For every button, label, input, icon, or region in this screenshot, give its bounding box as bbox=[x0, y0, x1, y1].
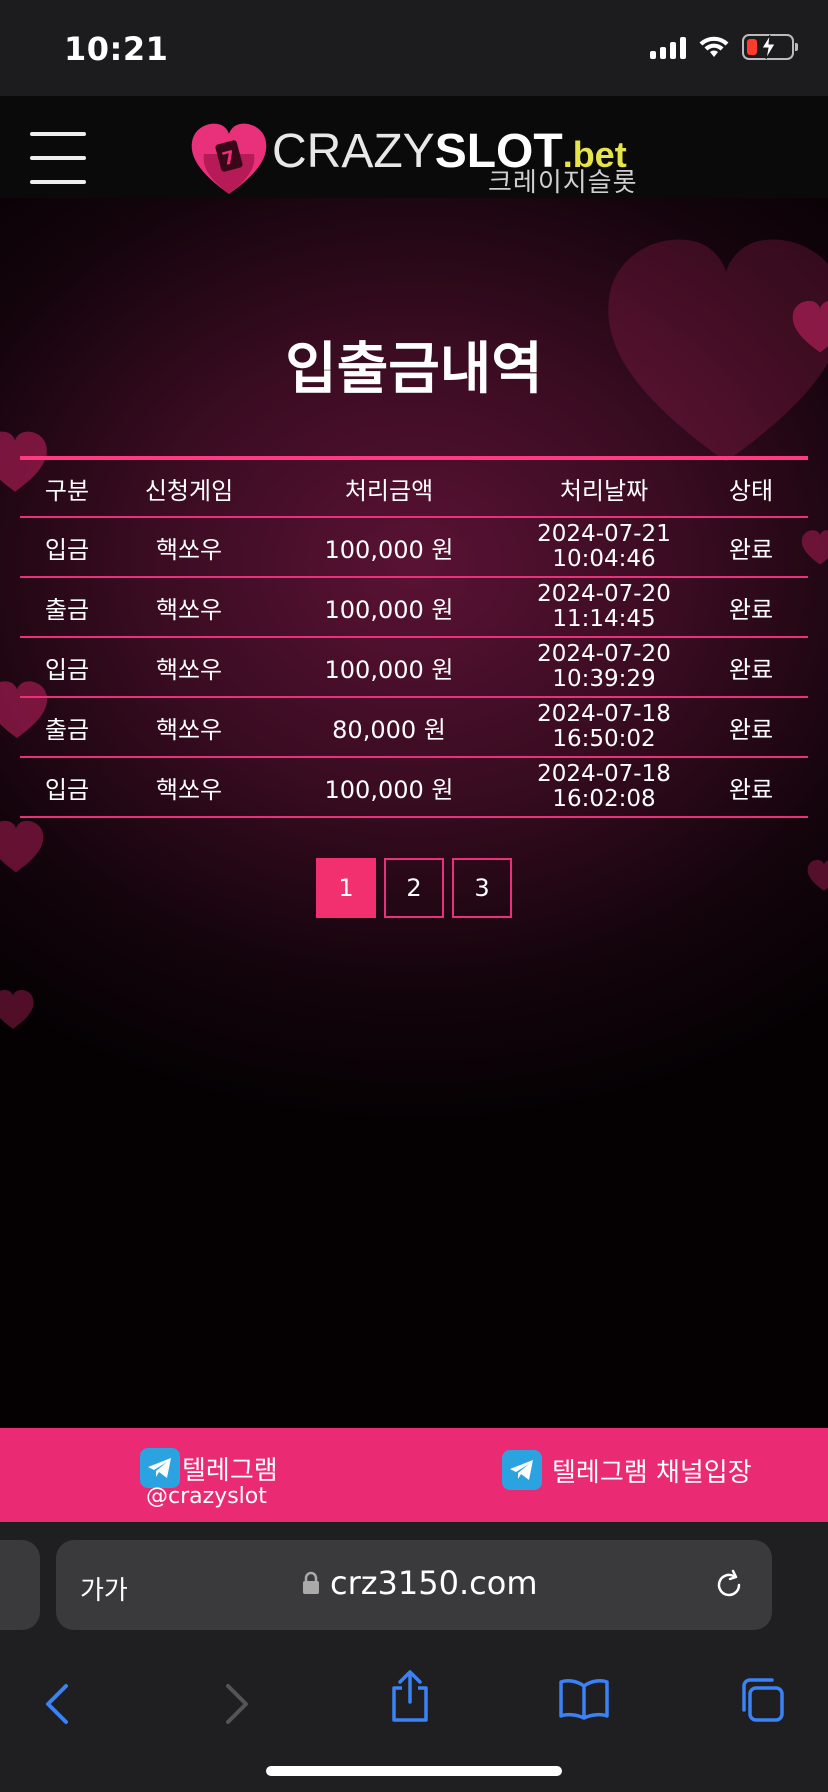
bookmarks-icon[interactable] bbox=[558, 1678, 610, 1720]
back-icon[interactable] bbox=[42, 1682, 72, 1726]
status-time: 10:21 bbox=[64, 30, 169, 68]
table-header-row: 구분 신청게임 처리금액 처리날짜 상태 bbox=[20, 460, 808, 518]
logo-crazy: CRAZY bbox=[272, 125, 435, 178]
row-time: 16:02:08 bbox=[552, 786, 656, 812]
row-datetime: 2024-07-21 10:04:46 bbox=[514, 522, 694, 572]
wifi-icon bbox=[699, 36, 729, 57]
row-amount: 100,000 원 bbox=[324, 655, 454, 684]
site-logo[interactable]: 7 CRAZYSLOT.bet 크레이지슬롯 bbox=[188, 120, 648, 200]
decorative-heart-icon bbox=[0, 820, 44, 873]
row-time: 10:39:29 bbox=[552, 666, 656, 692]
row-datetime: 2024-07-18 16:50:02 bbox=[514, 702, 694, 752]
previous-tab-peek[interactable] bbox=[0, 1540, 40, 1630]
status-icons bbox=[650, 34, 798, 60]
telegram-contact-link[interactable]: 텔레그램 @crazyslot bbox=[140, 1448, 278, 1509]
row-status: 완료 bbox=[728, 655, 774, 684]
row-date: 2024-07-20 bbox=[537, 581, 671, 607]
column-header-type: 구분 bbox=[44, 476, 90, 505]
decorative-heart-icon bbox=[807, 859, 828, 891]
site-header: 7 CRAZYSLOT.bet 크레이지슬롯 bbox=[0, 96, 828, 198]
address-bar[interactable]: 가가 crz3150.com bbox=[56, 1540, 772, 1630]
share-icon[interactable] bbox=[388, 1668, 432, 1724]
column-header-date: 처리날짜 bbox=[559, 476, 649, 505]
page-button-3[interactable]: 3 bbox=[452, 858, 512, 918]
row-amount: 100,000 원 bbox=[324, 595, 454, 624]
telegram-channel-link[interactable]: 텔레그램 채널입장 bbox=[502, 1450, 752, 1490]
telegram-handle: @crazyslot bbox=[146, 1484, 267, 1509]
row-type: 입금 bbox=[44, 655, 90, 684]
row-time: 10:04:46 bbox=[552, 546, 656, 572]
row-status: 완료 bbox=[728, 775, 774, 804]
pagination: 1 2 3 bbox=[316, 858, 512, 918]
browser-toolbar: 가가 crz3150.com bbox=[0, 1522, 828, 1792]
browser-nav-toolbar bbox=[0, 1652, 828, 1752]
table-row: 출금 핵쏘우 80,000 원 2024-07-18 16:50:02 완료 bbox=[20, 698, 808, 758]
row-amount: 80,000 원 bbox=[332, 715, 446, 744]
row-time: 11:14:45 bbox=[552, 606, 656, 632]
row-status: 완료 bbox=[728, 715, 774, 744]
page-button-2[interactable]: 2 bbox=[384, 858, 444, 918]
row-datetime: 2024-07-20 11:14:45 bbox=[514, 582, 694, 632]
table-row: 입금 핵쏘우 100,000 원 2024-07-18 16:02:08 완료 bbox=[20, 758, 808, 818]
row-game: 핵쏘우 bbox=[155, 655, 223, 684]
row-datetime: 2024-07-20 10:39:29 bbox=[514, 642, 694, 692]
row-type: 출금 bbox=[44, 715, 90, 744]
column-header-amount: 처리금액 bbox=[344, 476, 434, 505]
column-header-game: 신청게임 bbox=[144, 476, 234, 505]
status-bar: 10:21 bbox=[0, 0, 828, 96]
home-indicator bbox=[266, 1766, 562, 1776]
row-amount: 100,000 원 bbox=[324, 775, 454, 804]
menu-icon[interactable] bbox=[30, 132, 86, 184]
battery-icon bbox=[742, 34, 798, 60]
telegram-channel-label: 텔레그램 채널입장 bbox=[552, 1457, 752, 1488]
heart-slot-logo-icon: 7 bbox=[191, 123, 267, 194]
url-text: crz3150.com bbox=[330, 1564, 538, 1602]
telegram-label: 텔레그램 bbox=[182, 1455, 278, 1486]
page-button-1[interactable]: 1 bbox=[316, 858, 376, 918]
row-status: 완료 bbox=[728, 595, 774, 624]
row-date: 2024-07-21 bbox=[537, 521, 671, 547]
tabs-icon[interactable] bbox=[738, 1676, 786, 1724]
column-header-status: 상태 bbox=[728, 476, 774, 505]
row-date: 2024-07-20 bbox=[537, 641, 671, 667]
cellular-signal-icon bbox=[650, 35, 686, 59]
decorative-heart-icon bbox=[0, 990, 34, 1029]
row-time: 16:50:02 bbox=[552, 726, 656, 752]
reload-icon[interactable] bbox=[712, 1568, 746, 1602]
row-game: 핵쏘우 bbox=[155, 775, 223, 804]
url-display: crz3150.com bbox=[302, 1564, 538, 1602]
row-date: 2024-07-18 bbox=[537, 701, 671, 727]
lock-icon bbox=[303, 1571, 319, 1594]
row-type: 입금 bbox=[44, 535, 90, 564]
row-game: 핵쏘우 bbox=[155, 715, 223, 744]
text-size-button[interactable]: 가가 bbox=[80, 1570, 128, 1607]
row-game: 핵쏘우 bbox=[155, 595, 223, 624]
logo-korean: 크레이지슬롯 bbox=[488, 168, 638, 198]
row-amount: 100,000 원 bbox=[324, 535, 454, 564]
transaction-table: 구분 신청게임 처리금액 처리날짜 상태 입금 핵쏘우 100,000 원 20… bbox=[20, 456, 808, 818]
table-row: 출금 핵쏘우 100,000 원 2024-07-20 11:14:45 완료 bbox=[20, 578, 808, 638]
row-game: 핵쏘우 bbox=[155, 535, 223, 564]
row-status: 완료 bbox=[728, 535, 774, 564]
row-type: 입금 bbox=[44, 775, 90, 804]
table-row: 입금 핵쏘우 100,000 원 2024-07-20 10:39:29 완료 bbox=[20, 638, 808, 698]
main-content: 입출금내역 구분 신청게임 처리금액 처리날짜 상태 입금 핵쏘우 100,00… bbox=[0, 198, 828, 1428]
telegram-icon bbox=[140, 1448, 180, 1488]
row-datetime: 2024-07-18 16:02:08 bbox=[514, 762, 694, 812]
row-type: 출금 bbox=[44, 595, 90, 624]
telegram-bar: 텔레그램 @crazyslot 텔레그램 채널입장 bbox=[0, 1428, 828, 1522]
forward-icon[interactable] bbox=[222, 1682, 252, 1726]
table-row: 입금 핵쏘우 100,000 원 2024-07-21 10:04:46 완료 bbox=[20, 518, 808, 578]
page-title: 입출금내역 bbox=[285, 337, 543, 402]
telegram-icon bbox=[502, 1450, 542, 1490]
row-date: 2024-07-18 bbox=[537, 761, 671, 787]
